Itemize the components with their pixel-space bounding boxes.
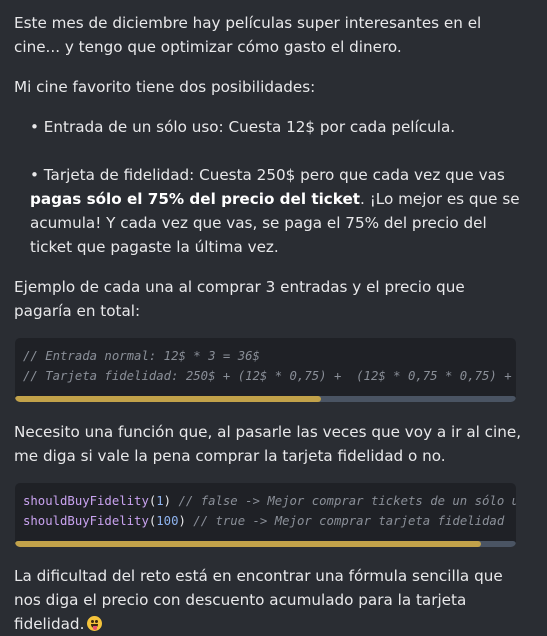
code-block-function-calls[interactable]: shouldBuyFidelity(1) // false -> Mejor c… <box>15 483 516 547</box>
code-comment-line: // Entrada normal: 12$ * 3 = 36$ <box>23 349 260 363</box>
code-comment: // true -> Mejor comprar tarjeta fidelid… <box>185 514 505 528</box>
option-fidelity-text-before: • Tarjeta de fidelidad: Cuesta 250$ pero… <box>30 166 505 184</box>
option-fidelity-bold: pagas sólo el 75% del precio del ticket <box>30 190 361 208</box>
horizontal-scrollbar[interactable] <box>15 541 516 547</box>
horizontal-scrollbar[interactable] <box>15 396 516 402</box>
tongue-out-face-icon <box>87 616 103 631</box>
code-function-name: shouldBuyFidelity <box>23 514 149 528</box>
code-paren: ) <box>163 494 172 508</box>
code-paren: ) <box>178 514 186 528</box>
code-number: 1 <box>156 494 164 508</box>
intro-paragraph: Este mes de diciembre hay películas supe… <box>14 14 482 56</box>
code-block-example[interactable]: // Entrada normal: 12$ * 3 = 36$ // Tarj… <box>15 338 516 402</box>
scrollbar-thumb[interactable] <box>15 541 481 547</box>
scrollbar-thumb[interactable] <box>15 396 321 402</box>
code-comment: // false -> Mejor comprar tickets de un … <box>171 494 516 508</box>
code-lines: shouldBuyFidelity(1) // false -> Mejor c… <box>15 483 516 537</box>
code-lines: // Entrada normal: 12$ * 3 = 36$ // Tarj… <box>15 338 516 392</box>
code-function-name: shouldBuyFidelity <box>23 494 149 508</box>
option-fidelity-card: • Tarjeta de fidelidad: Cuesta 250$ pero… <box>30 163 530 259</box>
code-comment-line: // Tarjeta fidelidad: 250$ + (12$ * 0,75… <box>23 369 512 383</box>
need-paragraph: Necesito una función que, al pasarle las… <box>14 423 522 465</box>
favorite-cinema-paragraph: Mi cine favorito tiene dos posibilidades… <box>14 78 316 96</box>
final-paragraph: La dificultad del reto está en encontrar… <box>14 564 524 636</box>
example-paragraph: Ejemplo de cada una al comprar 3 entrada… <box>14 278 465 320</box>
code-number: 100 <box>156 514 179 528</box>
option-single-use: • Entrada de un sólo uso: Cuesta 12$ por… <box>30 118 456 136</box>
